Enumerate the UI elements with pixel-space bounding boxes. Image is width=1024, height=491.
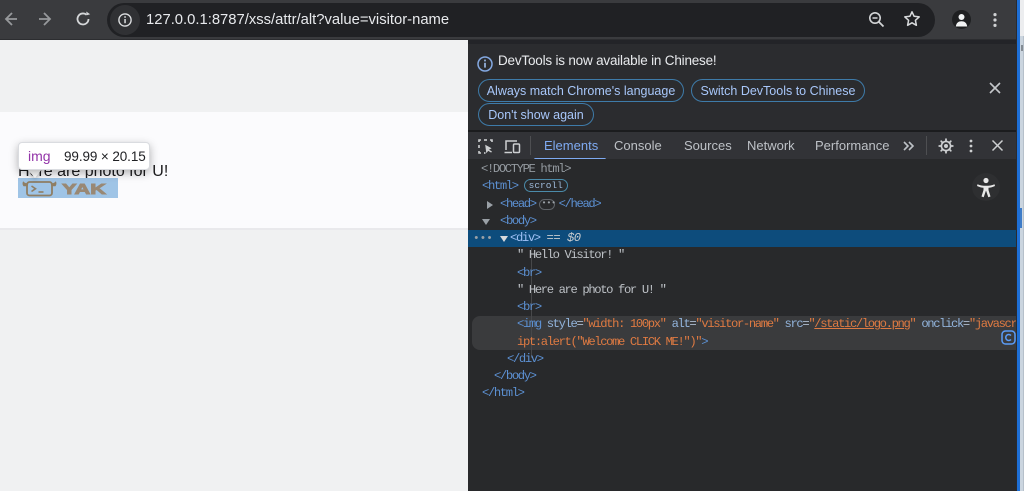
- svg-text:YAK: YAK: [62, 182, 107, 198]
